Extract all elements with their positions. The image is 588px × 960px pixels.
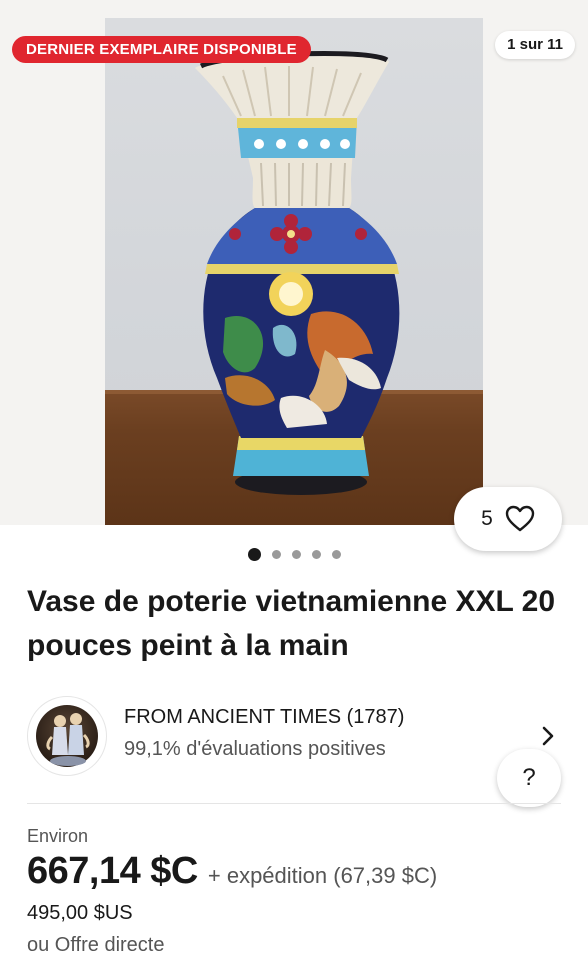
chevron-right-icon[interactable] xyxy=(540,724,556,748)
vase-illustration xyxy=(195,50,400,495)
image-counter: 1 sur 11 xyxy=(495,31,575,59)
approx-label: Environ xyxy=(27,826,89,846)
image-gallery[interactable]: DERNIER EXEMPLAIRE DISPONIBLE 1 sur 11 xyxy=(0,0,588,525)
help-button[interactable]: ? xyxy=(497,749,561,807)
seller-name[interactable]: FROM ANCIENT TIMES (1787) xyxy=(124,706,404,729)
watch-button[interactable]: 5 xyxy=(454,487,562,551)
last-item-badge: DERNIER EXEMPLAIRE DISPONIBLE xyxy=(12,36,311,63)
price-row: 667,14 $C + expédition (67,39 $C) xyxy=(27,850,437,893)
shipping-cost: + expédition (67,39 $C) xyxy=(207,863,438,888)
figurine-icon xyxy=(46,713,90,766)
carousel-dots[interactable] xyxy=(0,548,588,561)
divider xyxy=(27,803,561,804)
carousel-dot[interactable] xyxy=(291,550,301,559)
carousel-dot[interactable] xyxy=(271,550,281,559)
product-photo[interactable] xyxy=(105,18,483,525)
seller-avatar[interactable] xyxy=(27,696,107,776)
carousel-dot-active[interactable] xyxy=(247,548,261,561)
listing-title: Vase de poterie vietnamienne XXL 20 pouc… xyxy=(27,585,556,662)
original-price: 495,00 $US xyxy=(27,902,133,924)
carousel-dot[interactable] xyxy=(311,550,321,559)
best-offer-label: ou Offre directe xyxy=(27,934,165,956)
seller-rating: 99,1% d'évaluations positives xyxy=(124,738,386,760)
price: 667,14 $C xyxy=(27,850,198,892)
heart-icon xyxy=(505,505,535,532)
watch-count: 5 xyxy=(481,507,493,530)
carousel-dot[interactable] xyxy=(331,550,341,559)
